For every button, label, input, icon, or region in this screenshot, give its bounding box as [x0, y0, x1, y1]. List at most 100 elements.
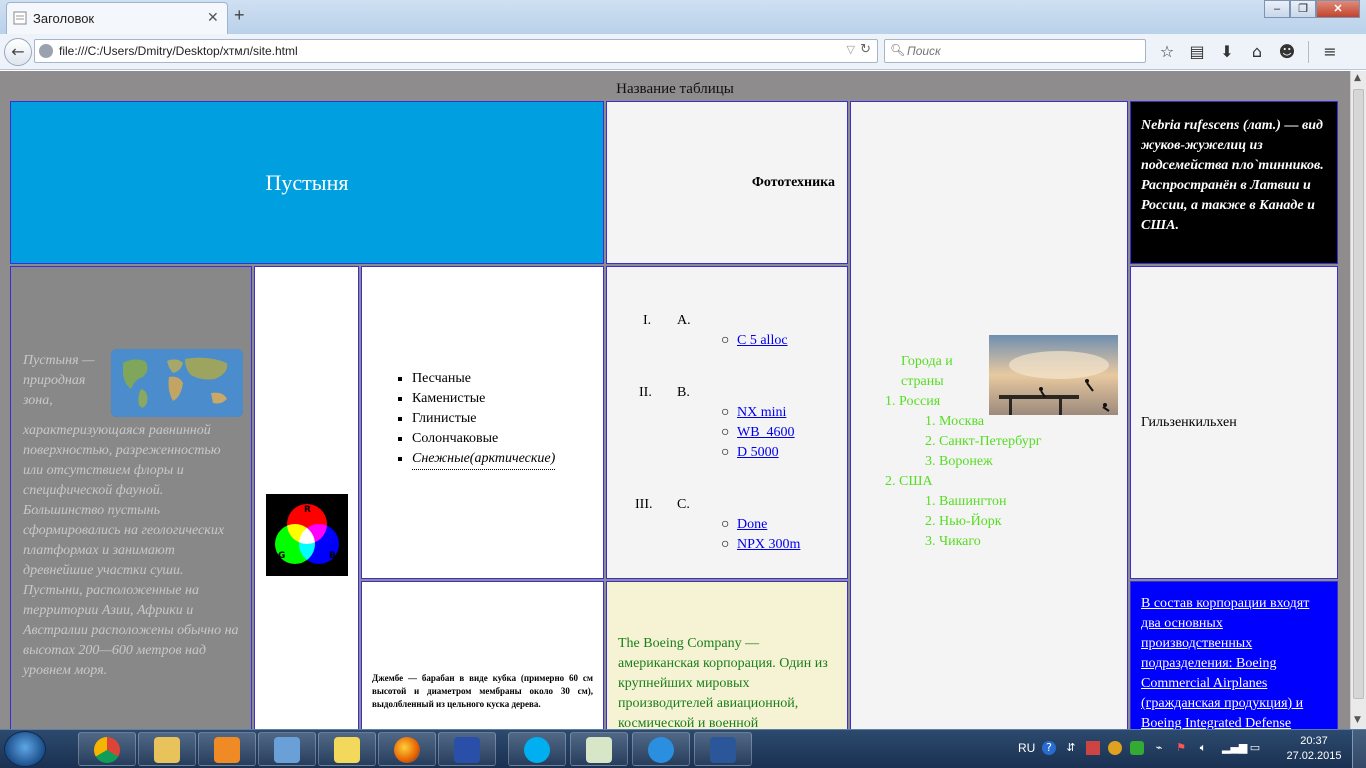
home-icon[interactable]: ⌂ [1244, 40, 1270, 64]
skype-taskbar-button[interactable] [508, 732, 566, 766]
media-taskbar-button[interactable] [198, 732, 256, 766]
desert-title-cell: Пустыня [10, 101, 604, 264]
windows-taskbar: RU ? ⇵ ⌁ ⚑ 🔈︎ ▂▄▆ ▭ 20:37 27.02.2015 [0, 729, 1366, 768]
desert-types-list: Песчаные Каменистые Глинистые Солончаков… [412, 369, 556, 470]
desert-type-item: Глинистые [412, 409, 555, 429]
camera-link[interactable]: Done [737, 517, 767, 533]
camera-link[interactable]: D 5000 [737, 445, 779, 461]
start-button[interactable] [4, 731, 46, 767]
explorer-taskbar-button[interactable] [138, 732, 196, 766]
djembe-cell: Джембе — барабан в виде кубка (примерно … [361, 581, 604, 746]
country-item: 1. Россия [885, 394, 941, 409]
help-icon[interactable]: ? [1042, 741, 1056, 755]
boeing-cell: The Boeing Company — американская корпор… [606, 581, 848, 746]
rgb-b-label: B [329, 551, 336, 561]
city-item: 3. Чикаго [925, 534, 981, 549]
nebria-cell: Nebria rufescens (лат.) — вид жуков-жуже… [1130, 101, 1338, 264]
city-item: 1. Москва [925, 414, 985, 429]
firefox-taskbar-button[interactable] [378, 732, 436, 766]
clock-date: 27.02.2015 [1286, 750, 1342, 762]
desert-type-item: Песчаные [412, 369, 555, 389]
media-player-icon [214, 737, 240, 763]
notepad-taskbar-button[interactable] [570, 732, 628, 766]
tray-app-icon[interactable] [1130, 741, 1144, 755]
tab-title: Заголовок [33, 11, 95, 26]
rgb-g-label: G [278, 551, 285, 561]
corporation-cell[interactable]: В состав корпорации входят два основных … [1130, 581, 1338, 746]
close-tab-icon[interactable]: ✕ [207, 9, 219, 26]
scroll-thumb[interactable] [1353, 89, 1364, 699]
gilz-text: Гильзенкильхен [1141, 414, 1237, 430]
word-taskbar-button[interactable] [694, 732, 752, 766]
tray-arrows-icon[interactable]: ⇵ [1064, 741, 1078, 755]
bullet-icon: ○ [721, 445, 730, 460]
ie-taskbar-button[interactable] [632, 732, 690, 766]
search-bar[interactable]: 🔍︎ [884, 39, 1146, 63]
search-input[interactable] [907, 43, 1137, 59]
firefox-icon [394, 737, 420, 763]
table-caption: Название таблицы [616, 81, 734, 97]
close-window-button[interactable]: ✕ [1316, 0, 1360, 18]
city-item: 3. Воронеж [925, 454, 993, 469]
city-item: 2. Санкт-Петербург [925, 434, 1042, 449]
roman-numeral: III. [635, 497, 653, 512]
menu-icon[interactable]: ≡ [1317, 40, 1343, 64]
city-item: 1. Вашингтон [925, 494, 1007, 509]
corporation-link[interactable]: В состав корпорации входят два основных … [1141, 596, 1309, 731]
bullet-icon: ○ [721, 425, 730, 440]
chrome-taskbar-button[interactable] [78, 732, 136, 766]
speaker-icon[interactable]: 🔈︎ [1196, 741, 1210, 755]
bookmark-star-icon[interactable]: ☆ [1154, 40, 1180, 64]
search-icon: 🔍︎ [890, 43, 906, 57]
clock[interactable]: 20:37 27.02.2015 [1284, 734, 1344, 764]
flag-icon[interactable]: ⚑ [1174, 741, 1188, 755]
download-icon[interactable]: ⬇ [1214, 40, 1240, 64]
screenshot-icon [334, 737, 360, 763]
app-taskbar-button[interactable] [258, 732, 316, 766]
countries-list: 1. Россия 1. Москва 2. Санкт-Петербург 3… [885, 392, 1041, 552]
camera-link[interactable]: NPX 300m [737, 537, 800, 553]
tray-app-icon[interactable] [1108, 741, 1122, 755]
bullet-icon: ○ [721, 517, 730, 532]
camera-link[interactable]: WB 4600 [737, 425, 795, 441]
photo-title: Фототехника [751, 174, 835, 190]
navigation-toolbar: ← file:///C:/Users/Dmitry/Desktop/хтмл/s… [0, 34, 1366, 70]
nebria-text: Nebria rufescens (лат.) — вид жуков-жуже… [1141, 118, 1324, 233]
browser-tab[interactable]: Заголовок ✕ [6, 2, 228, 34]
city-item: 2. Нью-Йорк [925, 514, 1002, 529]
rgb-r-label: R [304, 505, 311, 515]
language-indicator[interactable]: RU [1018, 741, 1035, 755]
minimize-button[interactable]: – [1264, 0, 1290, 18]
url-text[interactable]: file:///C:/Users/Dmitry/Desktop/хтмл/sit… [59, 44, 298, 58]
network-icon[interactable]: ⌁ [1152, 741, 1166, 755]
bullet-icon: ○ [721, 333, 730, 348]
signal-icon[interactable]: ▂▄▆ [1222, 741, 1247, 755]
roman-numeral: II. [639, 385, 652, 400]
desert-description-cell: Пустыня — природная зона, характеризующа… [10, 266, 252, 746]
reload-icon[interactable]: ↻ [860, 42, 871, 57]
social-icon[interactable]: ☻ [1274, 40, 1300, 64]
back-button[interactable]: ← [4, 38, 32, 66]
show-desktop-button[interactable] [1352, 730, 1366, 768]
roman-numeral: I. [643, 313, 652, 328]
cities-heading: Города и страны [901, 354, 953, 389]
folder-icon [154, 737, 180, 763]
url-dropdown-icon[interactable]: ▽ [847, 43, 855, 56]
vertical-scrollbar[interactable]: ▲ ▼ [1350, 71, 1366, 729]
djembe-text: Джембе — барабан в виде кубка (примерно … [372, 673, 593, 709]
save-taskbar-button[interactable] [438, 732, 496, 766]
battery-icon[interactable]: ▭ [1248, 741, 1262, 755]
scroll-up-icon[interactable]: ▲ [1354, 73, 1361, 83]
maximize-button[interactable]: ❐ [1290, 0, 1316, 18]
scroll-down-icon[interactable]: ▼ [1354, 715, 1361, 725]
reading-list-icon[interactable]: ▤ [1184, 40, 1210, 64]
camera-link[interactable]: C 5 alloc [737, 333, 788, 349]
country-item: 2. США [885, 474, 933, 489]
url-bar[interactable]: file:///C:/Users/Dmitry/Desktop/хтмл/sit… [34, 39, 878, 63]
tray-app-icon[interactable] [1086, 741, 1100, 755]
world-map-image [111, 349, 243, 417]
desert-types-cell: Песчаные Каменистые Глинистые Солончаков… [361, 266, 604, 579]
new-tab-button[interactable]: + [234, 5, 245, 26]
camera-link[interactable]: NX mini [737, 405, 786, 421]
screenshot-taskbar-button[interactable] [318, 732, 376, 766]
